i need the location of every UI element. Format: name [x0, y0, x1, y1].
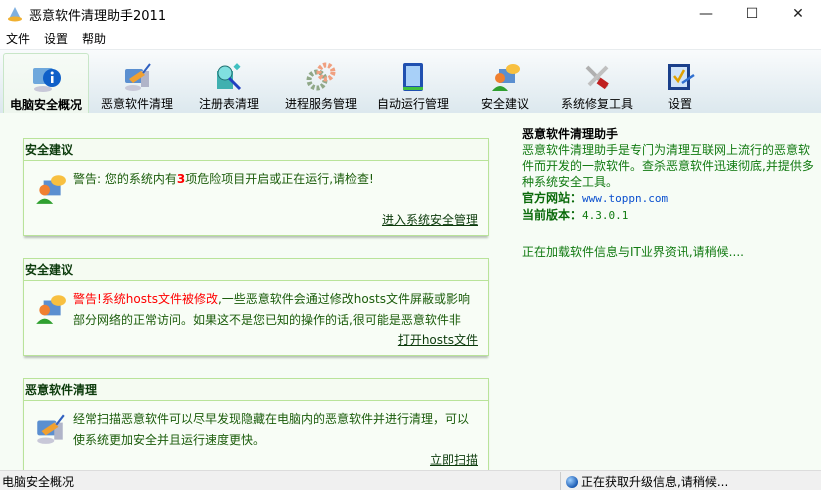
main-toolbar: 电脑安全概况 恶意软件清理 注册表清理 进程服务管理 自动运行管理 安全建议 系…: [0, 49, 821, 114]
title-bar: 恶意软件清理助手2011 — ☐ ✕: [0, 0, 821, 28]
tab-label: 恶意软件清理: [100, 97, 173, 111]
version-value: 4.3.0.1: [582, 209, 629, 222]
product-description: 恶意软件清理助手是专门为清理互联网上流行的恶意软件而开发的一款软件。查杀恶意软件…: [522, 143, 814, 189]
tab-malware-clean[interactable]: 恶意软件清理: [94, 53, 180, 114]
tab-label: 注册表清理: [198, 97, 259, 111]
loading-news-text: 正在加载软件信息与IT业界资讯,请稍候....: [522, 245, 744, 259]
status-bar: 电脑安全概况 正在获取升级信息,请稍候...: [0, 470, 821, 490]
panel-title: 恶意软件清理: [24, 379, 488, 401]
window-title: 恶意软件清理助手2011: [29, 9, 167, 24]
security-advice-panel: 安全建议 警告: 您的系统内有3项危险项目开启或正在运行,请检查! 进入系统安全…: [23, 138, 489, 236]
scan-now-link[interactable]: 立即扫描: [430, 451, 478, 468]
danger-count: 3: [176, 172, 186, 186]
tab-label: 电脑安全概况: [9, 98, 82, 112]
tab-security-advice[interactable]: 安全建议: [462, 53, 548, 114]
panel-title: 安全建议: [24, 139, 488, 161]
status-divider: [560, 472, 561, 490]
close-button[interactable]: ✕: [775, 0, 821, 28]
tab-settings[interactable]: 设置: [637, 53, 723, 114]
app-logo-icon: [8, 7, 22, 22]
tab-label: 安全建议: [480, 97, 529, 111]
product-heading: 恶意软件清理助手: [522, 127, 619, 141]
menu-bar: 文件 设置 帮助: [0, 28, 821, 48]
tab-repair-tools[interactable]: 系统修复工具: [554, 53, 640, 114]
menu-file[interactable]: 文件: [6, 30, 30, 47]
menu-help[interactable]: 帮助: [82, 30, 106, 47]
status-update: 正在获取升级信息,请稍候...: [566, 473, 728, 490]
website-link[interactable]: www.toppn.com: [582, 192, 668, 205]
tab-label: 设置: [667, 97, 692, 111]
malware-clean-panel: 恶意软件清理 经常扫描恶意软件可以尽早发现隐藏在电脑内的恶意软件并进行清理，可以…: [23, 378, 489, 478]
site-label: 官方网站：: [522, 191, 583, 205]
tab-label: 自动运行管理: [376, 97, 449, 111]
tab-label: 进程服务管理: [284, 97, 357, 111]
menu-settings[interactable]: 设置: [44, 30, 68, 47]
tab-label: 系统修复工具: [560, 97, 633, 111]
product-info: 恶意软件清理助手 恶意软件清理助手是专门为清理互联网上流行的恶意软件而开发的一款…: [522, 126, 817, 260]
panel-title: 安全建议: [24, 259, 488, 281]
advisor-icon: [36, 175, 66, 204]
warning-text: 警告: 您的系统内有: [73, 172, 177, 186]
tab-overview[interactable]: 电脑安全概况: [3, 53, 89, 114]
warning-text-suffix: 项危险项目开启或正在运行,请检查!: [185, 172, 374, 186]
status-current-page: 电脑安全概况: [2, 475, 75, 489]
settings-check-icon: [668, 64, 695, 90]
panel-text: 警告: 您的系统内有3项危险项目开启或正在运行,请检查!: [73, 169, 478, 190]
minimize-button[interactable]: —: [683, 0, 729, 28]
computer-broom-icon: [37, 414, 65, 444]
gears-icon: [306, 62, 336, 91]
hosts-warning-panel: 安全建议 警告!系统hosts文件被修改,一些恶意软件会通过修改hosts文件屏…: [23, 258, 489, 356]
open-hosts-file-link[interactable]: 打开hosts文件: [398, 331, 478, 348]
panel-text: 警告!系统hosts文件被修改,一些恶意软件会通过修改hosts文件屏蔽或影响部…: [73, 289, 478, 331]
tab-autorun[interactable]: 自动运行管理: [370, 53, 456, 114]
hosts-warning: 警告!系统hosts文件被修改: [73, 292, 218, 306]
panel-text: 经常扫描恶意软件可以尽早发现隐藏在电脑内的恶意软件并进行清理，可以使系统更加安全…: [73, 412, 470, 447]
advisor-icon: [492, 64, 520, 91]
version-label: 当前版本：: [522, 208, 583, 222]
update-status-text: 正在获取升级信息,请稍候...: [581, 475, 729, 489]
registry-icon: [217, 63, 242, 91]
overview-content: 安全建议 警告: 您的系统内有3项危险项目开启或正在运行,请检查! 进入系统安全…: [0, 113, 821, 478]
startup-icon: [403, 63, 423, 91]
globe-icon: [566, 476, 578, 488]
wrench-icon: [585, 65, 609, 90]
advisor-icon: [36, 295, 66, 324]
computer-broom-icon: [125, 63, 151, 91]
tab-process-service[interactable]: 进程服务管理: [278, 53, 364, 114]
computer-info-icon: [33, 68, 61, 92]
tab-registry-clean[interactable]: 注册表清理: [186, 53, 272, 114]
enter-security-management-link[interactable]: 进入系统安全管理: [382, 211, 478, 228]
maximize-button[interactable]: ☐: [729, 0, 775, 28]
